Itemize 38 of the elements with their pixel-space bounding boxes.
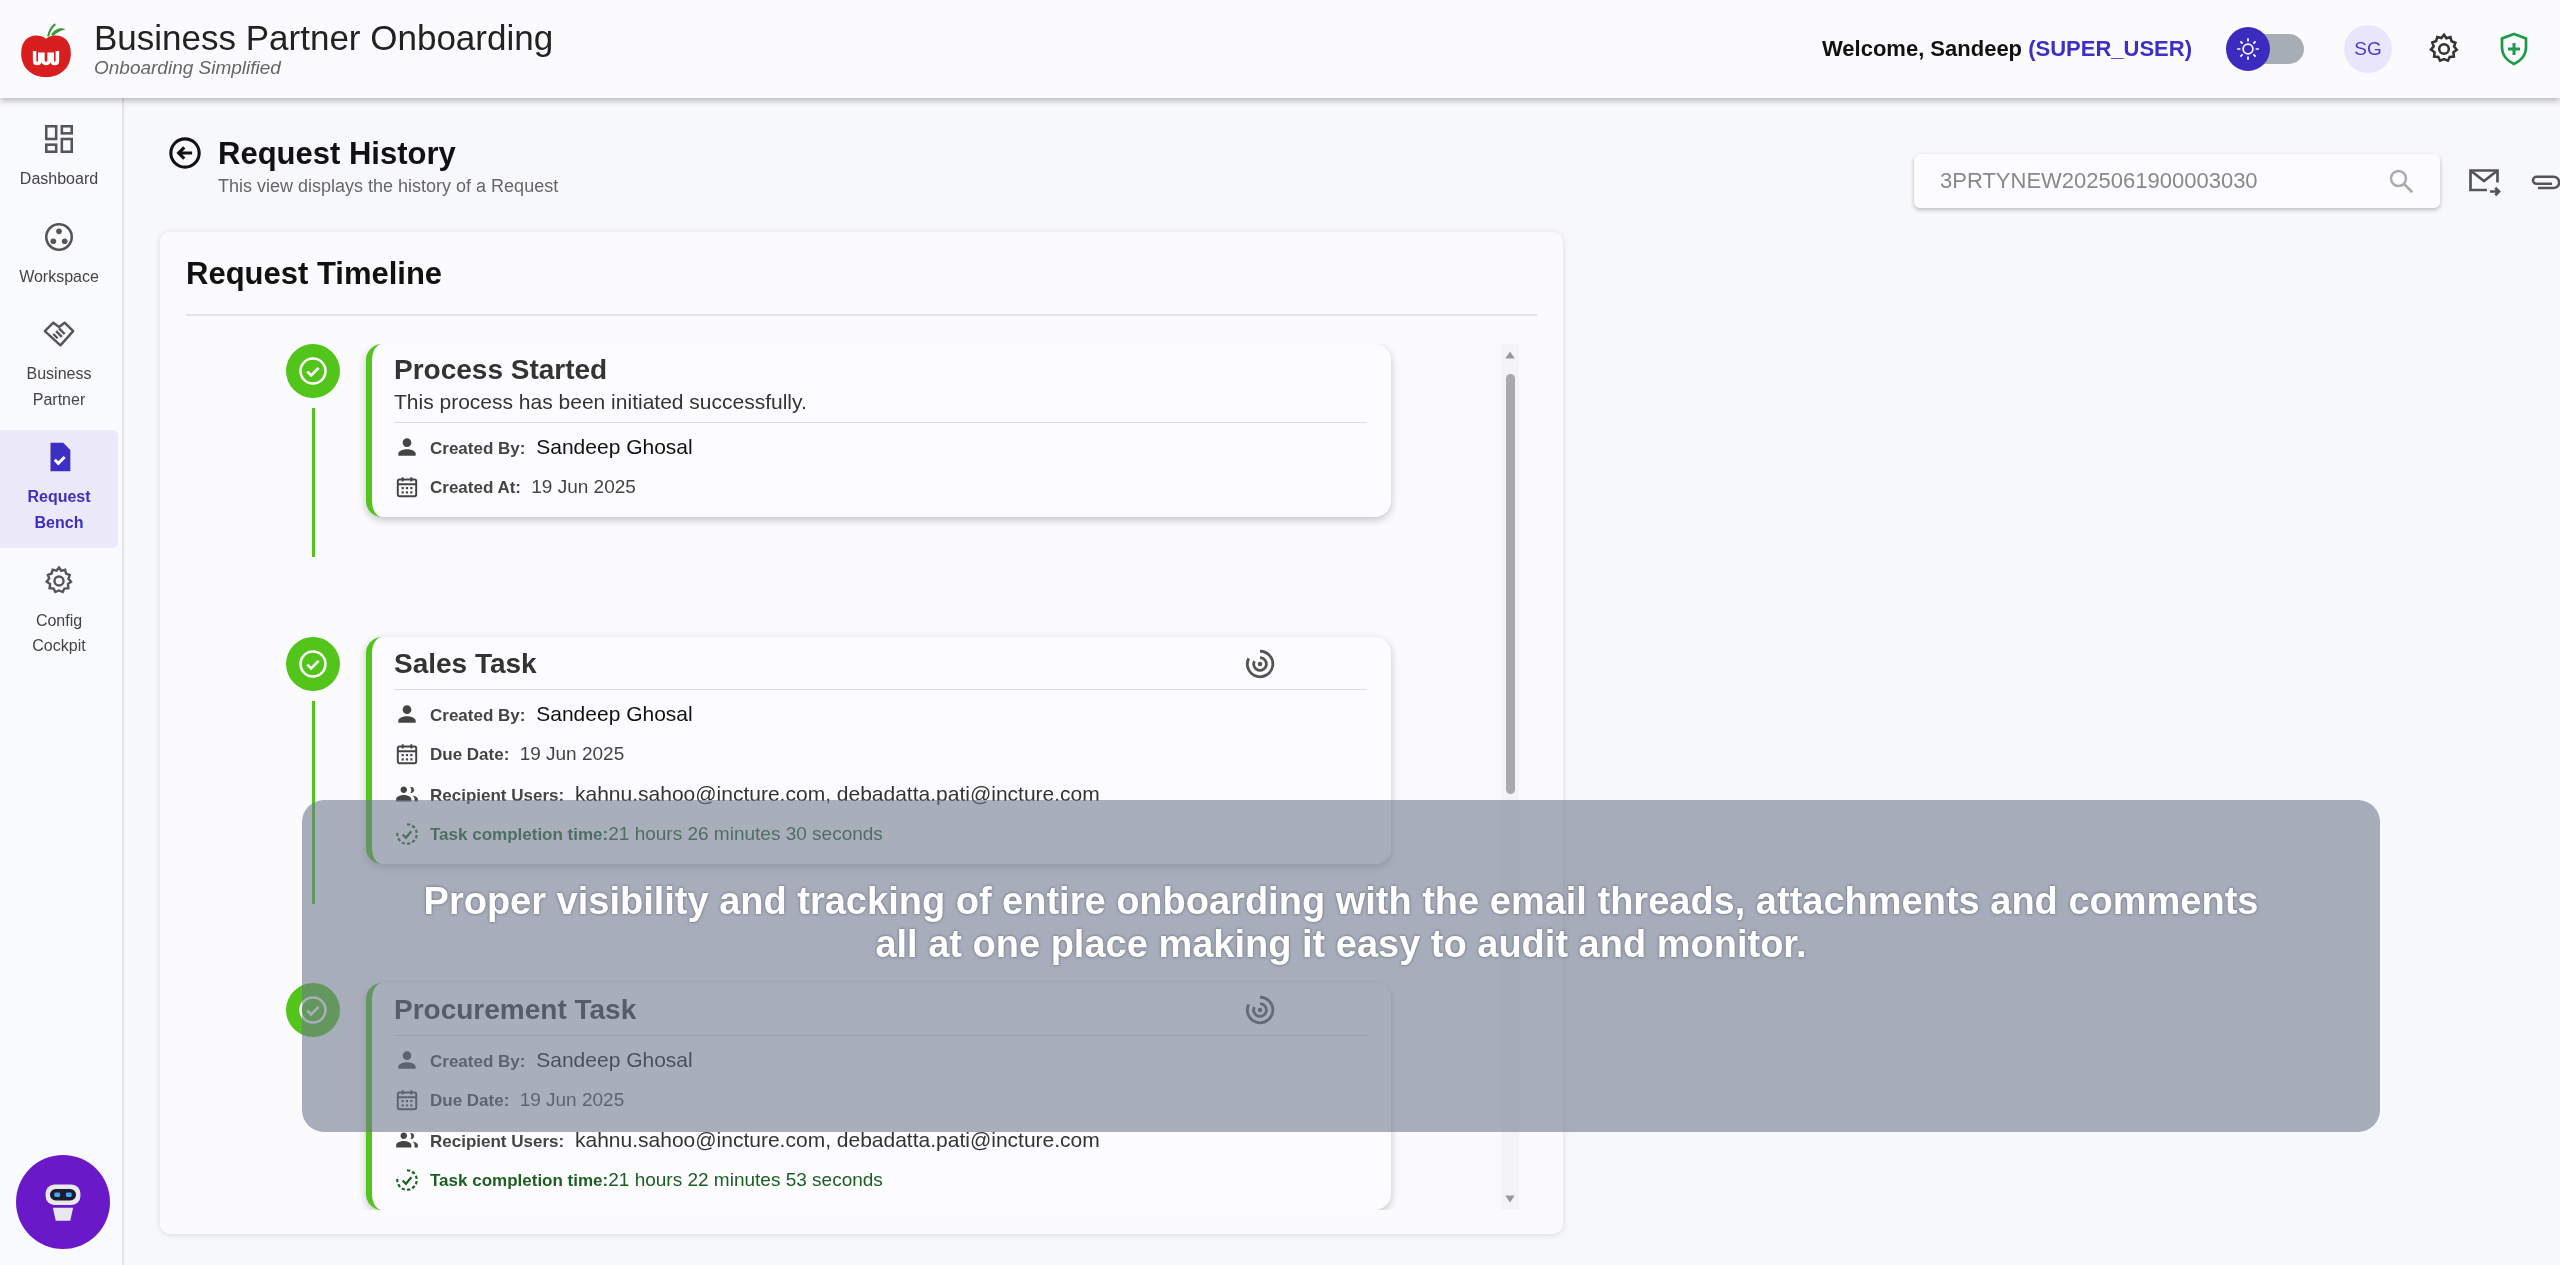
field-text: Task completion time:21 hours 26 minutes 30 seconds: [430, 822, 883, 845]
card-description: This process has been initiated successfully.: [394, 390, 808, 414]
page-title: Request History: [218, 136, 457, 172]
field-text: Recipient Users: kahnu.sahoo@incture.com, debadatta.pati@incture.com: [430, 1128, 1100, 1152]
field-text: Created By: Sandeep Ghosal: [430, 701, 693, 726]
field-text: Recipient Users: kahnu.sahoo@incture.com, debadatta.pati@incture.com: [430, 781, 1100, 806]
field-text: Created By: Sandeep Ghosal: [430, 1048, 693, 1072]
caption-text: Proper visibility and tracking of entire onboarding with the email threads, attachments and comments all at one place making it easy to audit and monitor.: [422, 880, 2260, 966]
scrollbar-thumb[interactable]: [1505, 374, 1515, 794]
sidebar-item[interactable]: Business Partner: [0, 307, 118, 425]
field-text: Created By: Sandeep Ghosal: [430, 435, 693, 459]
sidebar-item[interactable]: Workspace: [0, 209, 118, 302]
field-text: Task completion time:21 hours 22 minutes 53 seconds: [430, 1169, 883, 1191]
sidebar-item[interactable]: Request Bench: [0, 430, 118, 548]
user-avatar[interactable]: SG: [2344, 25, 2392, 73]
panel-title: Request Timeline: [186, 232, 1537, 316]
welcome-text: Welcome, Sandeep (SUPER_USER): [1821, 36, 2192, 62]
calendar-icon: [394, 474, 420, 500]
back-button-icon[interactable]: [168, 136, 202, 170]
field-text: Created At: 19 Jun 2025: [430, 476, 636, 498]
sun-icon: [2235, 36, 2261, 62]
dashboard-icon: [42, 122, 76, 156]
app-logo: [20, 20, 72, 78]
up-triangle-icon[interactable]: [1504, 350, 1516, 360]
timer-check-icon: [394, 820, 420, 847]
calendar-icon: [394, 1087, 420, 1113]
down-triangle-icon[interactable]: [1504, 1194, 1516, 1204]
card-title: Process Started: [394, 354, 608, 386]
field-text: Due Date: 19 Jun 2025: [430, 742, 625, 765]
page-subtitle: This view displays the history of a Request: [218, 176, 559, 197]
app-subtitle: Onboarding Simplified: [94, 57, 283, 80]
sidebar-item[interactable]: Config Cockpit: [0, 553, 118, 671]
timer-check-icon: [394, 1167, 420, 1193]
card-title: Procurement Task: [394, 994, 637, 1026]
app-title: Business Partner Onboarding: [94, 18, 554, 58]
card-title: Sales Task: [394, 647, 537, 680]
field-text: Due Date: 19 Jun 2025: [430, 1089, 625, 1111]
sidebar-item[interactable]: Dashboard: [0, 112, 118, 204]
